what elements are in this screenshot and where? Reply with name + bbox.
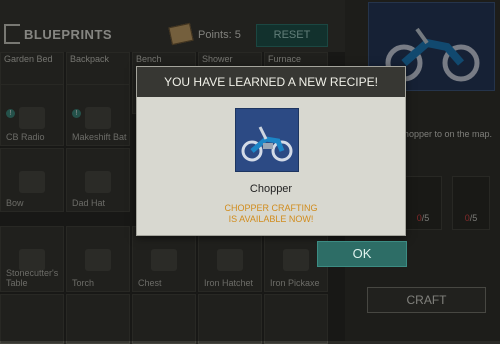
chopper-icon	[241, 126, 293, 162]
recipe-card	[235, 108, 299, 172]
dialog-title: YOU HAVE LEARNED A NEW RECIPE!	[137, 67, 405, 97]
recipe-message: CHOPPER CRAFTING IS AVAILABLE NOW!	[137, 203, 405, 225]
recipe-name: Chopper	[249, 183, 293, 195]
ok-button[interactable]: OK	[317, 241, 407, 267]
message-line-2: IS AVAILABLE NOW!	[228, 214, 314, 224]
recipe-learned-dialog: YOU HAVE LEARNED A NEW RECIPE! Chopper C…	[136, 66, 406, 236]
message-line-1: CHOPPER CRAFTING	[224, 203, 318, 213]
